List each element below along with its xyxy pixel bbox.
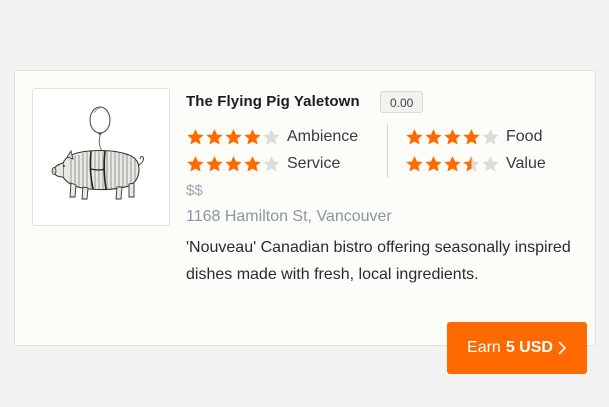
restaurant-address: 1168 Hamilton St, Vancouver xyxy=(186,208,392,225)
star-filled-icon xyxy=(444,155,461,172)
star-filled-icon xyxy=(187,128,204,145)
rating-ambience: Ambience xyxy=(186,127,358,147)
restaurant-description: 'Nouveau' Canadian bistro offering seaso… xyxy=(186,239,571,283)
star-empty-icon xyxy=(482,155,499,172)
star-empty-icon xyxy=(263,155,280,172)
restaurant-card[interactable]: The Flying Pig Yaletown 0.00 Ambience Se… xyxy=(14,70,596,346)
rating-label: Value xyxy=(506,155,546,172)
chevron-right-icon xyxy=(558,341,567,355)
star-rating xyxy=(186,155,282,174)
star-empty-icon xyxy=(482,128,499,145)
star-filled-icon xyxy=(187,155,204,172)
rating-label: Ambience xyxy=(287,128,359,145)
earn-prefix: Earn xyxy=(467,339,501,356)
star-filled-icon xyxy=(444,128,461,145)
rating-food: Food xyxy=(405,127,542,147)
star-filled-icon xyxy=(406,128,423,145)
star-filled-icon xyxy=(244,128,261,145)
restaurant-logo xyxy=(32,88,170,226)
star-filled-icon xyxy=(225,128,242,145)
star-filled-icon xyxy=(244,155,261,172)
star-rating xyxy=(186,128,282,147)
score-badge: 0.00 xyxy=(380,91,424,113)
star-filled-icon xyxy=(425,155,442,172)
star-half-icon xyxy=(463,155,480,172)
star-empty-icon xyxy=(263,128,280,145)
restaurant-name[interactable]: The Flying Pig Yaletown xyxy=(186,93,360,110)
price-level: $$ xyxy=(186,182,203,199)
star-filled-icon xyxy=(463,128,480,145)
star-filled-icon xyxy=(206,128,223,145)
star-filled-icon xyxy=(425,128,442,145)
star-rating xyxy=(405,128,501,147)
rating-label: Service xyxy=(287,155,341,172)
flying-pig-balloon-icon xyxy=(51,106,144,200)
rating-label: Food xyxy=(506,128,543,145)
rating-service: Service xyxy=(186,154,340,174)
rating-divider xyxy=(387,124,388,178)
star-rating xyxy=(405,155,501,174)
star-filled-icon xyxy=(406,155,423,172)
star-filled-icon xyxy=(206,155,223,172)
earn-amount: 5 USD xyxy=(505,339,553,356)
rating-value: Value xyxy=(405,154,546,174)
earn-button[interactable]: Earn 5 USD xyxy=(447,322,587,374)
star-filled-icon xyxy=(225,155,242,172)
